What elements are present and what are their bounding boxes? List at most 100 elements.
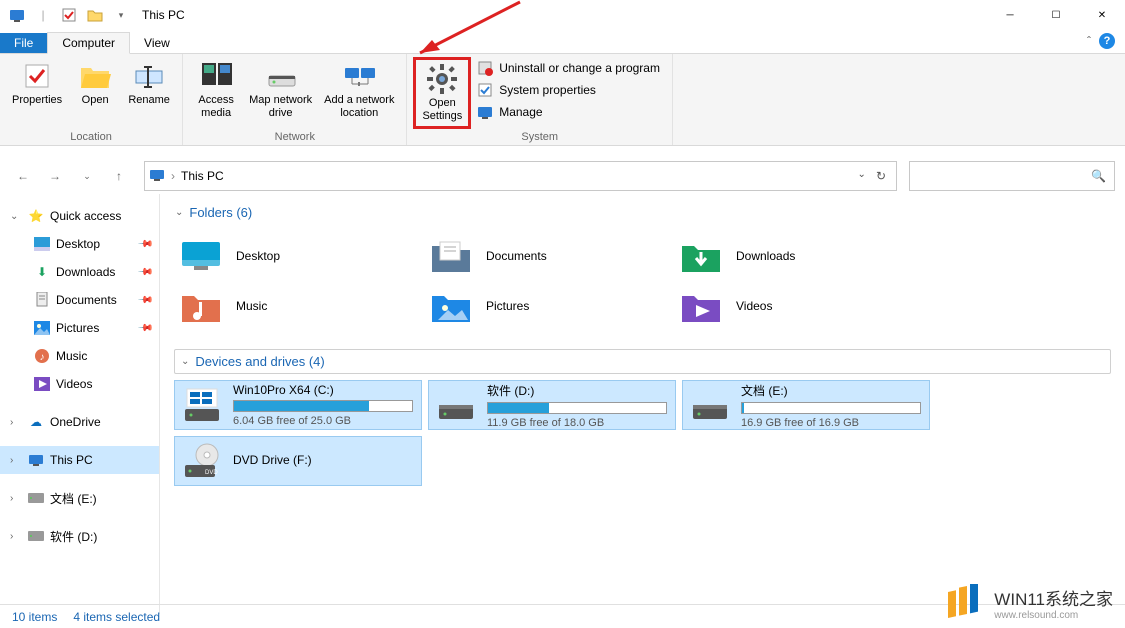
pc-icon	[149, 167, 165, 186]
manage-link[interactable]: Manage	[477, 104, 660, 120]
forward-button[interactable]: →	[42, 163, 68, 189]
app-icon	[6, 4, 28, 26]
sidebar-item-music[interactable]: ♪Music	[0, 342, 159, 370]
minimize-button[interactable]: ─	[987, 0, 1033, 30]
system-properties-link[interactable]: System properties	[477, 82, 660, 98]
drive-label: DVD Drive (F:)	[233, 453, 413, 467]
drive-label: 文档 (E:)	[741, 382, 921, 399]
drive-label: Win10Pro X64 (C:)	[233, 383, 413, 397]
search-input[interactable]: 🔍	[909, 161, 1115, 191]
folder-label: Downloads	[736, 249, 795, 263]
address-bar[interactable]: › This PC ⌄ ↻	[144, 161, 897, 191]
open-button[interactable]: Open	[68, 57, 122, 129]
pc-icon	[28, 452, 44, 468]
system-links: Uninstall or change a program System pro…	[471, 57, 666, 129]
drive-item[interactable]: DVDDVD Drive (F:)	[174, 436, 422, 486]
sidebar-this-pc[interactable]: ›This PC	[0, 446, 159, 474]
collapse-ribbon-icon[interactable]: ˆ	[1087, 34, 1091, 48]
main-body: ⌄ ⭐ Quick access Desktop📌 ⬇Downloads📌 Do…	[0, 194, 1125, 614]
drive-icon	[28, 528, 44, 544]
qat-divider: |	[32, 4, 54, 26]
tab-computer[interactable]: Computer	[47, 32, 130, 54]
recent-dropdown[interactable]: ⌄	[74, 163, 100, 189]
properties-button[interactable]: Properties	[6, 57, 68, 129]
folder-label: Pictures	[486, 299, 529, 313]
back-button[interactable]: ←	[10, 163, 36, 189]
search-icon[interactable]: 🔍	[1091, 169, 1106, 183]
drives-header[interactable]: ⌄Devices and drives (4)	[174, 349, 1111, 374]
folder-pictures[interactable]: Pictures	[424, 281, 674, 331]
ribbon: Properties Open Rename Location Access m…	[0, 54, 1125, 146]
pin-icon: 📌	[136, 236, 153, 253]
qat-folder-icon[interactable]	[84, 4, 106, 26]
document-icon	[34, 292, 50, 308]
folder-label: Documents	[486, 249, 547, 263]
folder-documents[interactable]: Documents	[424, 231, 674, 281]
folder-label: Music	[236, 299, 267, 313]
folder-downloads[interactable]: Downloads	[674, 231, 924, 281]
pin-icon: 📌	[136, 264, 153, 281]
tab-file[interactable]: File	[0, 33, 47, 53]
drive-usage-bar	[741, 402, 921, 414]
ribbon-group-network: Access media Map network drive Add a net…	[183, 54, 407, 145]
maximize-button[interactable]: ☐	[1033, 0, 1079, 30]
sidebar-onedrive[interactable]: ›☁OneDrive	[0, 408, 159, 436]
drive-item[interactable]: 文档 (E:) 16.9 GB free of 16.9 GB	[682, 380, 930, 430]
drive-item[interactable]: 软件 (D:)11.9 GB free of 18.0 GB	[428, 380, 676, 430]
pin-icon: 📌	[136, 320, 153, 337]
sidebar-item-pictures[interactable]: Pictures📌	[0, 314, 159, 342]
map-network-drive-button[interactable]: Map network drive	[243, 57, 318, 129]
folder-icon	[180, 238, 222, 274]
download-icon: ⬇	[34, 264, 50, 280]
access-media-button[interactable]: Access media	[189, 57, 243, 129]
drive-icon	[28, 490, 44, 506]
picture-icon	[34, 320, 50, 336]
sidebar-quick-access[interactable]: ⌄ ⭐ Quick access	[0, 202, 159, 230]
ribbon-tabs: File Computer View ˆ ?	[0, 30, 1125, 54]
svg-text:♪: ♪	[40, 352, 45, 363]
folder-icon	[680, 238, 722, 274]
drive-item[interactable]: Win10Pro X64 (C:) 6.04 GB free of 25.0 GB	[174, 380, 422, 430]
drive-free-text: 11.9 GB free of 18.0 GB	[487, 417, 667, 429]
sidebar-item-downloads[interactable]: ⬇Downloads📌	[0, 258, 159, 286]
video-icon	[34, 376, 50, 392]
folder-videos[interactable]: Videos	[674, 281, 924, 331]
onedrive-icon: ☁	[28, 414, 44, 430]
folder-desktop[interactable]: Desktop	[174, 231, 424, 281]
folders-header[interactable]: ⌄Folders (6)	[174, 200, 1111, 225]
rename-button[interactable]: Rename	[122, 57, 176, 129]
qat-dropdown-icon[interactable]: ▾	[110, 4, 132, 26]
watermark-logo-icon	[948, 584, 986, 622]
sidebar-drive-d[interactable]: ›软件 (D:)	[0, 522, 159, 550]
qat-properties-icon[interactable]	[58, 4, 80, 26]
uninstall-link[interactable]: Uninstall or change a program	[477, 60, 660, 76]
close-button[interactable]: ✕	[1079, 0, 1125, 30]
music-icon: ♪	[34, 348, 50, 364]
help-icon[interactable]: ?	[1099, 33, 1115, 49]
up-button[interactable]: ↑	[106, 163, 132, 189]
ribbon-group-system: Open Settings Uninstall or change a prog…	[407, 54, 673, 145]
sidebar-item-documents[interactable]: Documents📌	[0, 286, 159, 314]
tab-view[interactable]: View	[130, 33, 184, 53]
open-settings-button[interactable]: Open Settings	[413, 57, 471, 129]
add-network-location-button[interactable]: Add a network location	[318, 57, 400, 129]
quick-access-toolbar: | ▾	[6, 4, 132, 26]
sidebar: ⌄ ⭐ Quick access Desktop📌 ⬇Downloads📌 Do…	[0, 194, 160, 614]
folder-icon	[680, 288, 722, 324]
sidebar-item-desktop[interactable]: Desktop📌	[0, 230, 159, 258]
drive-free-text: 6.04 GB free of 25.0 GB	[233, 415, 413, 427]
window-title: This PC	[142, 8, 185, 22]
folder-icon	[430, 238, 472, 274]
breadcrumb-root[interactable]: This PC	[181, 169, 224, 183]
address-dropdown-icon[interactable]: ⌄	[858, 169, 866, 183]
refresh-icon[interactable]: ↻	[876, 169, 886, 183]
sidebar-drive-e[interactable]: ›文档 (E:)	[0, 484, 159, 512]
drive-usage-bar	[233, 400, 413, 412]
drive-usage-bar	[487, 402, 667, 414]
folder-label: Desktop	[236, 249, 280, 263]
ribbon-group-location: Properties Open Rename Location	[0, 54, 183, 145]
folder-music[interactable]: Music	[174, 281, 424, 331]
sidebar-item-videos[interactable]: Videos	[0, 370, 159, 398]
desktop-icon	[34, 236, 50, 252]
drive-free-text: 16.9 GB free of 16.9 GB	[741, 417, 921, 429]
